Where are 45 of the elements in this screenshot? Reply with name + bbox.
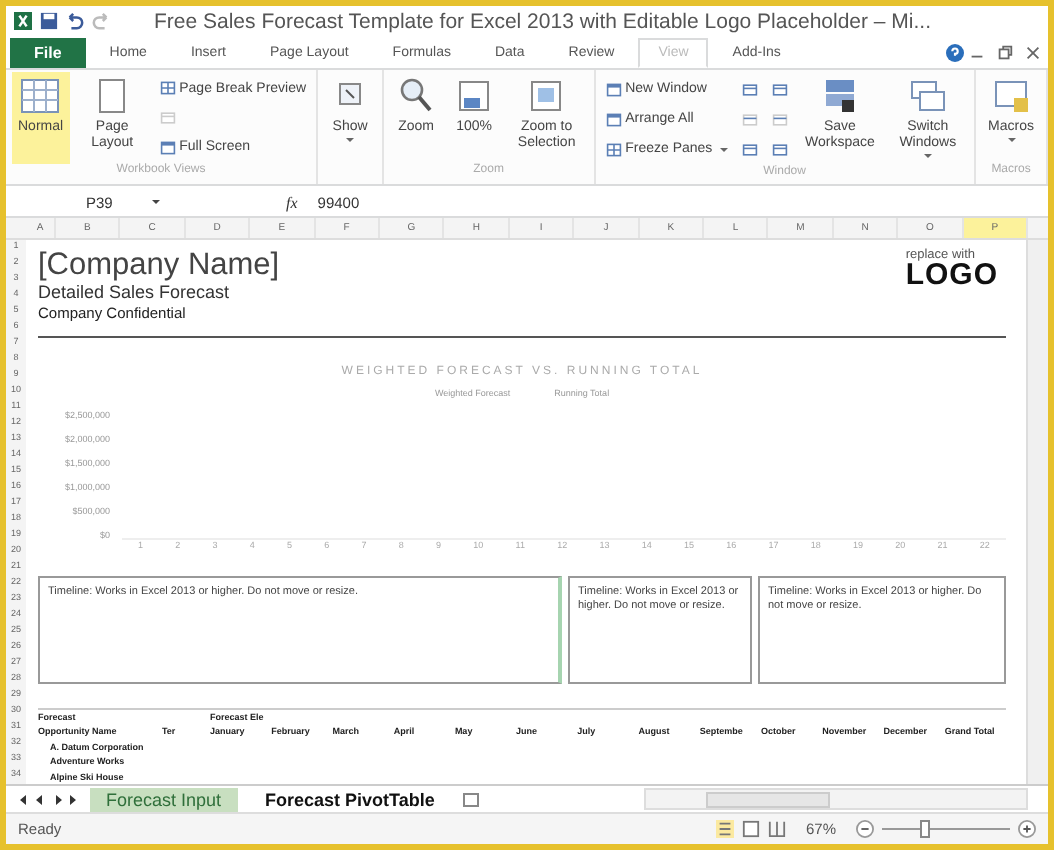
window-icon[interactable] xyxy=(772,81,789,97)
grid-icon xyxy=(20,76,61,116)
window-icon xyxy=(605,111,622,127)
zoom-in-icon[interactable] xyxy=(1018,820,1036,838)
page-break-view-icon[interactable] xyxy=(767,820,786,838)
grid-icon xyxy=(605,141,622,157)
sheet-navigation-icon[interactable] xyxy=(18,793,78,805)
horizontal-scrollbar[interactable] xyxy=(644,788,1028,810)
window-icon[interactable] xyxy=(742,141,759,157)
caret-icon xyxy=(923,154,932,162)
window-icon xyxy=(159,139,176,156)
window-icon[interactable] xyxy=(772,141,789,157)
slider-thumb[interactable] xyxy=(920,820,931,838)
grid-icon xyxy=(159,80,176,97)
close-icon[interactable] xyxy=(1024,43,1042,61)
company-name: [Company Name] xyxy=(38,248,282,282)
save-icon[interactable] xyxy=(40,12,58,30)
page-layout-view-icon[interactable] xyxy=(741,820,760,838)
function-label[interactable]: fx xyxy=(286,193,298,211)
page-icon xyxy=(454,76,495,116)
excel-icon[interactable] xyxy=(14,12,32,30)
windows-icon xyxy=(907,76,948,116)
vertical-scrollbar[interactable] xyxy=(1026,240,1048,784)
file-tab[interactable]: File xyxy=(10,37,86,67)
restore-icon[interactable] xyxy=(996,43,1014,61)
window-icon[interactable] xyxy=(772,111,789,127)
window-icon xyxy=(991,76,1032,116)
new-sheet-icon[interactable] xyxy=(462,791,483,807)
caret-icon xyxy=(720,147,729,155)
search-icon xyxy=(396,76,437,116)
window-icon[interactable] xyxy=(742,81,759,97)
logo-text: LOGO xyxy=(905,262,998,290)
caret-icon xyxy=(1007,138,1016,146)
normal-view-icon[interactable] xyxy=(715,820,734,838)
help-icon[interactable] xyxy=(946,43,964,61)
zoom-out-icon[interactable] xyxy=(856,820,874,838)
window-icon[interactable] xyxy=(742,111,759,127)
sheet-tab[interactable]: Forecast Input xyxy=(90,787,238,811)
report-title: Detailed Sales Forecast xyxy=(38,282,232,304)
window-icon xyxy=(605,81,622,97)
window-title: Free Sales Forecast Template for Excel 2013 with Editable Logo Placeholder – Mi... xyxy=(154,9,932,33)
caret-icon xyxy=(346,138,355,146)
undo-icon[interactable] xyxy=(66,12,84,30)
sheet-tab[interactable]: Forecast PivotTable xyxy=(249,787,451,811)
page-icon xyxy=(526,76,567,116)
